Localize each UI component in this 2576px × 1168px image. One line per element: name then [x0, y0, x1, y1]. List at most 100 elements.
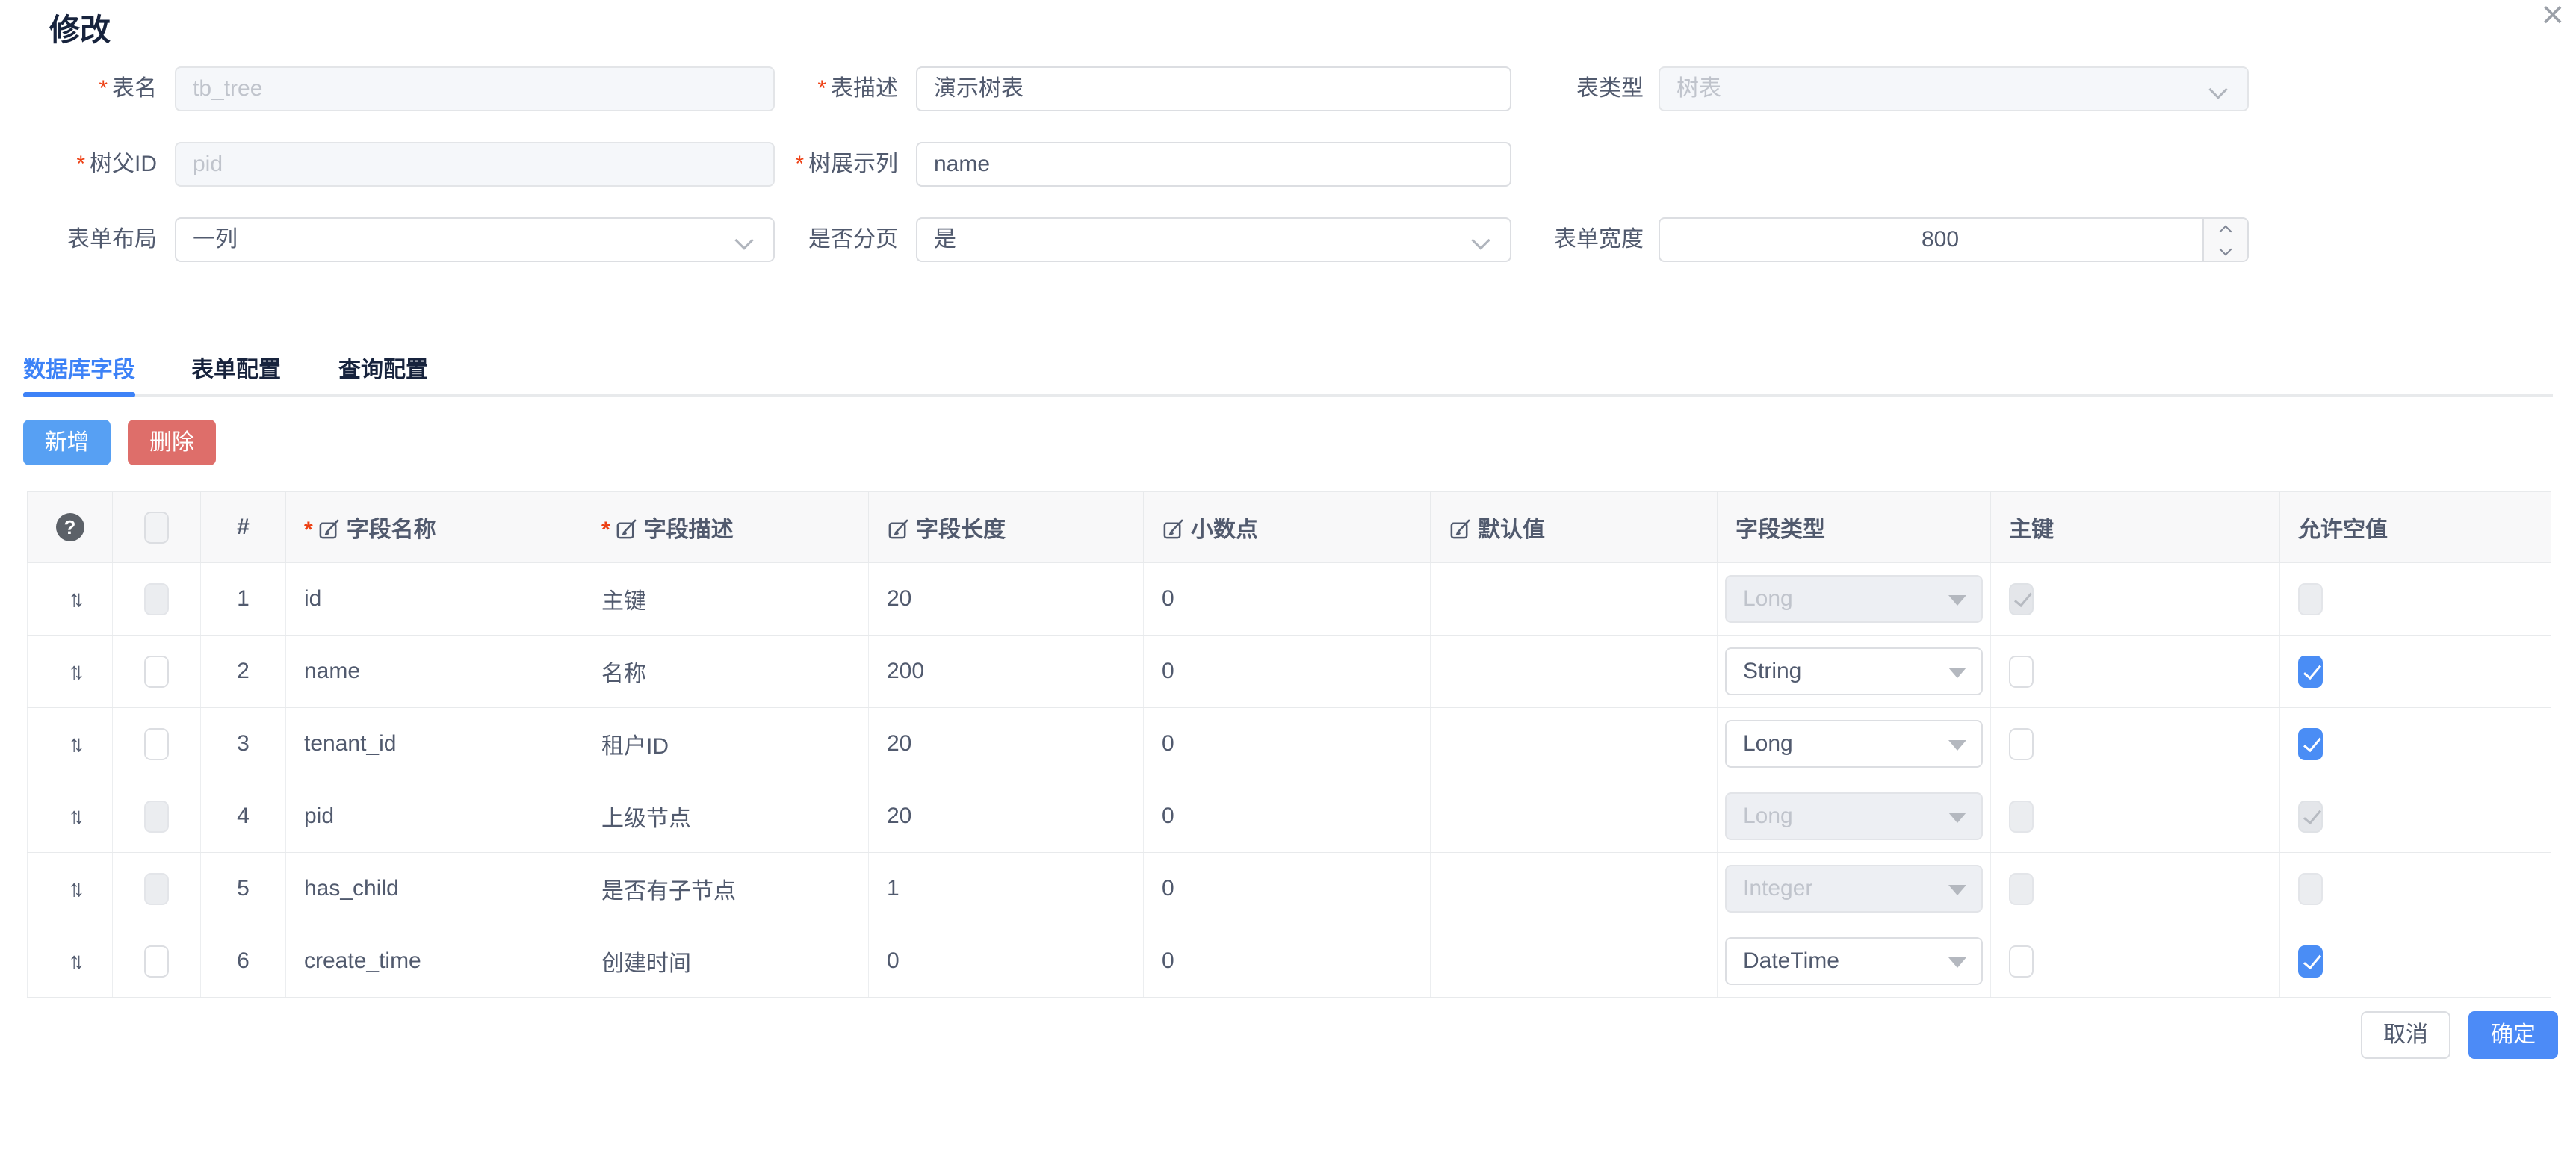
drag-sort-icon[interactable]: ↑↓	[69, 585, 78, 612]
row-index: 2	[201, 636, 286, 708]
field-type-select[interactable]: Long	[1725, 720, 1983, 768]
field-name-cell[interactable]: id	[286, 563, 583, 636]
field-desc-cell[interactable]: 创建时间	[583, 925, 869, 998]
field-decimal-cell[interactable]: 0	[1144, 708, 1431, 780]
col-index: #	[201, 492, 286, 563]
row-index: 3	[201, 708, 286, 780]
form-layout-select[interactable]: 一列	[175, 217, 775, 262]
field-decimal-cell[interactable]: 0	[1144, 636, 1431, 708]
primary-key-checkbox	[2009, 801, 2034, 833]
select-all-checkbox[interactable]	[144, 512, 169, 544]
field-name-cell[interactable]: name	[286, 636, 583, 708]
table-row: ↑↓ 5has_child是否有子节点10 Integer	[28, 853, 2551, 925]
field-default-cell[interactable]	[1431, 708, 1718, 780]
close-icon[interactable]: ×	[2542, 0, 2564, 34]
field-length-cell[interactable]: 0	[869, 925, 1144, 998]
drag-sort-icon[interactable]: ↑↓	[69, 730, 78, 757]
primary-key-checkbox	[2009, 873, 2034, 905]
table-header-row: ? # *字段名称 *字段描述 字段长度 小数点 默认值 字段类型 主键 允许空…	[28, 492, 2551, 563]
col-default: 默认值	[1431, 492, 1718, 563]
primary-key-checkbox[interactable]	[2009, 728, 2034, 760]
tab-query-config[interactable]: 查询配置	[338, 351, 428, 384]
table-row: ↑↓1id主键200Long	[28, 563, 2551, 636]
field-name-cell[interactable]: has_child	[286, 853, 583, 925]
primary-key-checkbox[interactable]	[2009, 656, 2034, 688]
field-type-select[interactable]: String	[1725, 647, 1983, 695]
table-type-select[interactable]: 树表	[1659, 66, 2249, 111]
field-type-value: Integer	[1743, 876, 1812, 901]
required-asterisk: *	[795, 152, 804, 176]
tree-parent-input[interactable]: pid	[175, 142, 775, 187]
row-index: 4	[201, 780, 286, 853]
drag-sort-icon[interactable]: ↑↓	[69, 875, 78, 901]
table-row: ↑↓ 2name名称2000 String	[28, 636, 2551, 708]
field-decimal-cell[interactable]: 0	[1144, 925, 1431, 998]
delete-button[interactable]: 删除	[128, 420, 216, 465]
add-button[interactable]: 新增	[23, 420, 111, 465]
field-length-cell[interactable]: 1	[869, 853, 1144, 925]
required-asterisk: *	[76, 152, 85, 176]
pagination-select[interactable]: 是	[916, 217, 1511, 262]
step-down-button[interactable]	[2204, 240, 2247, 261]
row-select-checkbox[interactable]	[144, 728, 169, 760]
form-width-input[interactable]: 800	[1659, 217, 2249, 262]
field-name-cell[interactable]: pid	[286, 780, 583, 853]
col-primary-key: 主键	[1991, 492, 2280, 563]
required-asterisk: *	[304, 518, 313, 542]
dropdown-arrow-icon	[1948, 885, 1966, 895]
field-decimal-cell[interactable]: 0	[1144, 853, 1431, 925]
field-decimal-cell[interactable]: 0	[1144, 780, 1431, 853]
row-index: 1	[201, 563, 286, 636]
drag-sort-icon[interactable]: ↑↓	[69, 948, 78, 974]
field-name-cell[interactable]: create_time	[286, 925, 583, 998]
field-length-cell[interactable]: 200	[869, 636, 1144, 708]
field-decimal-cell[interactable]: 0	[1144, 563, 1431, 636]
edit-icon	[318, 518, 341, 541]
field-default-cell[interactable]	[1431, 853, 1718, 925]
confirm-button[interactable]: 确定	[2468, 1011, 2558, 1059]
cancel-button[interactable]: 取消	[2361, 1011, 2450, 1059]
tree-display-input[interactable]: name	[916, 142, 1511, 187]
fields-table: ? # *字段名称 *字段描述 字段长度 小数点 默认值 字段类型 主键 允许空…	[27, 491, 2551, 998]
drag-sort-icon[interactable]: ↑↓	[69, 803, 78, 829]
help-icon[interactable]: ?	[56, 513, 84, 541]
tree-parent-label: *树父ID	[0, 142, 157, 187]
field-default-cell[interactable]	[1431, 636, 1718, 708]
tab-database-fields[interactable]: 数据库字段	[23, 351, 135, 384]
table-desc-label: *表描述	[717, 66, 898, 111]
field-length-cell[interactable]: 20	[869, 780, 1144, 853]
field-default-cell[interactable]	[1431, 780, 1718, 853]
table-type-label: 表类型	[1457, 66, 1644, 111]
field-length-cell[interactable]: 20	[869, 563, 1144, 636]
field-desc-cell[interactable]: 是否有子节点	[583, 853, 869, 925]
allow-null-checkbox[interactable]	[2298, 728, 2323, 760]
row-select-checkbox[interactable]	[144, 945, 169, 978]
dialog-title: 修改	[49, 4, 111, 49]
chevron-up-icon	[2220, 226, 2232, 238]
col-field-length: 字段长度	[869, 492, 1144, 563]
dropdown-arrow-icon	[1948, 740, 1966, 751]
field-default-cell[interactable]	[1431, 925, 1718, 998]
tab-form-config[interactable]: 表单配置	[191, 351, 281, 384]
table-name-label: *表名	[0, 66, 157, 111]
primary-key-checkbox	[2009, 583, 2034, 615]
field-desc-cell[interactable]: 上级节点	[583, 780, 869, 853]
tree-display-label: *树展示列	[717, 142, 898, 187]
field-length-cell[interactable]: 20	[869, 708, 1144, 780]
step-up-button[interactable]	[2204, 219, 2247, 240]
table-desc-input[interactable]: 演示树表	[916, 66, 1511, 111]
table-name-input[interactable]: tb_tree	[175, 66, 775, 111]
allow-null-checkbox[interactable]	[2298, 656, 2323, 688]
allow-null-checkbox[interactable]	[2298, 945, 2323, 978]
field-desc-cell[interactable]: 名称	[583, 636, 869, 708]
row-index: 6	[201, 925, 286, 998]
field-desc-cell[interactable]: 租户ID	[583, 708, 869, 780]
drag-sort-icon[interactable]: ↑↓	[69, 658, 78, 684]
field-default-cell[interactable]	[1431, 563, 1718, 636]
row-select-checkbox[interactable]	[144, 656, 169, 688]
field-desc-cell[interactable]: 主键	[583, 563, 869, 636]
row-index: 5	[201, 853, 286, 925]
field-type-select[interactable]: DateTime	[1725, 937, 1983, 985]
field-name-cell[interactable]: tenant_id	[286, 708, 583, 780]
primary-key-checkbox[interactable]	[2009, 945, 2034, 978]
